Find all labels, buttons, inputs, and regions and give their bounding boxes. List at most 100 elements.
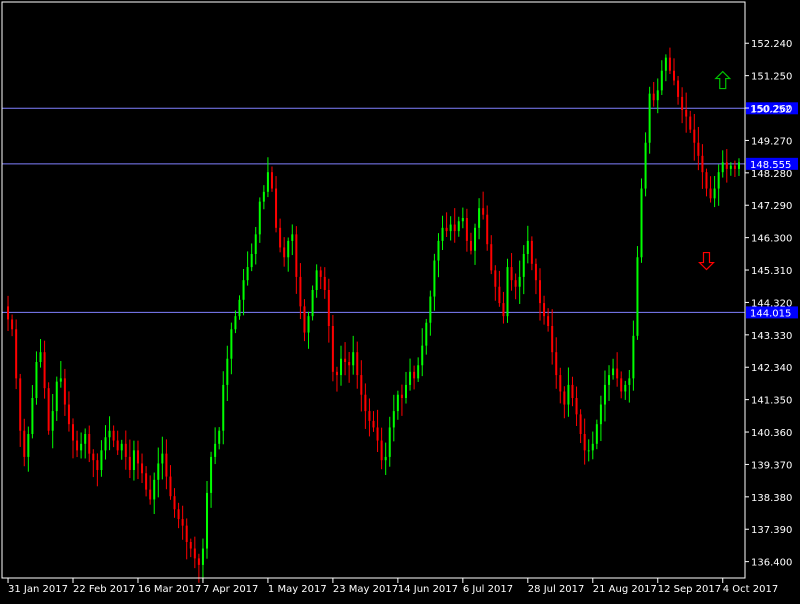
candle-body <box>668 57 671 71</box>
candle-body <box>108 430 111 438</box>
candle-body <box>388 427 391 457</box>
candle-body <box>465 218 468 241</box>
y-tick-label: 142.340 <box>751 363 792 374</box>
candlestick-chart: 150.252 148.555 144.015 152.240 151.250 150.… <box>0 0 800 600</box>
candle-body <box>624 384 627 392</box>
candle-body <box>47 388 50 431</box>
candle-body <box>262 191 265 202</box>
candle-body <box>413 371 416 379</box>
candle-body <box>238 299 241 317</box>
x-tick-label: 4 Oct 2017 <box>723 584 778 595</box>
candle-body <box>331 326 334 372</box>
candle-body <box>693 129 696 143</box>
candle-body <box>319 270 322 277</box>
candle-body <box>518 276 521 287</box>
y-tick-label: 136.400 <box>751 558 792 569</box>
candle-body <box>311 290 314 317</box>
candle-body <box>559 375 562 392</box>
candle-body <box>201 548 204 565</box>
candle-body <box>599 404 602 425</box>
candle-body <box>656 90 659 101</box>
candle-body <box>246 267 249 281</box>
x-tick-label: 14 Jun 2017 <box>398 584 458 595</box>
candle-body <box>344 358 347 362</box>
candle-body <box>453 224 456 232</box>
x-tick-label: 21 Aug 2017 <box>593 584 657 595</box>
candle-body <box>612 368 615 376</box>
candle-body <box>303 306 306 333</box>
y-tick-label: 138.380 <box>751 493 792 504</box>
candle-body <box>356 352 359 376</box>
candle-body <box>571 384 574 398</box>
candle-body <box>214 443 217 457</box>
candle-body <box>136 450 139 464</box>
candle-body <box>96 460 99 470</box>
candle-body <box>230 329 233 359</box>
candle-body <box>376 427 379 441</box>
candle-body <box>275 188 278 228</box>
candle-body <box>530 240 533 264</box>
candle-body <box>384 456 387 461</box>
candle-body <box>340 358 343 376</box>
candle-body <box>392 411 395 428</box>
y-tick-label: 145.310 <box>751 266 792 277</box>
candle-body <box>595 424 598 444</box>
y-tick-label: 140.360 <box>751 428 792 439</box>
level-price-label: 144.015 <box>750 308 791 319</box>
candle-body <box>295 234 298 277</box>
candle-body <box>400 394 403 398</box>
candle-body <box>141 463 144 474</box>
candle-body <box>181 519 184 526</box>
candle-body <box>59 378 62 382</box>
candle-body <box>725 162 728 169</box>
candle-body <box>348 362 351 366</box>
candle-body <box>287 240 290 258</box>
candle-body <box>222 384 225 431</box>
y-tick-label: 146.300 <box>751 234 792 245</box>
candle-body <box>76 440 79 451</box>
candle-body <box>701 155 704 173</box>
candle-body <box>323 276 326 290</box>
x-tick-label: 12 Sep 2017 <box>658 584 721 595</box>
candle-body <box>31 398 34 434</box>
candle-body <box>441 227 444 241</box>
y-tick-label: 147.290 <box>751 201 792 212</box>
candle-body <box>534 263 537 281</box>
candle-body <box>11 319 14 330</box>
candle-body <box>380 440 383 461</box>
candle-body <box>372 420 375 428</box>
candle-body <box>506 267 509 317</box>
candle-body <box>457 221 460 232</box>
candle-body <box>165 453 168 477</box>
candle-body <box>628 378 631 385</box>
candle-body <box>197 558 200 565</box>
candle-body <box>360 375 363 395</box>
candle-body <box>429 296 432 323</box>
candle-body <box>116 440 119 451</box>
candle-body <box>417 365 420 379</box>
candle-body <box>490 244 493 271</box>
candle-body <box>510 267 513 281</box>
candle-body <box>705 172 708 189</box>
candle-body <box>644 142 647 189</box>
candle-body <box>461 218 464 222</box>
candle-body <box>364 394 367 412</box>
candle-body <box>478 208 481 228</box>
candle-body <box>616 368 619 379</box>
y-tick-label: 149.270 <box>751 136 792 147</box>
candle-body <box>583 434 586 451</box>
candle-body <box>23 430 26 457</box>
candle-body <box>547 316 550 326</box>
candle-body <box>132 450 135 470</box>
candle-body <box>307 316 310 333</box>
candle-body <box>433 260 436 297</box>
candle-body <box>603 384 606 405</box>
candle-body <box>608 375 611 385</box>
candle-body <box>51 411 54 431</box>
candle-body <box>84 434 87 444</box>
candle-body <box>210 456 213 493</box>
candle-body <box>425 322 428 346</box>
candle-body <box>88 434 91 454</box>
candle-body <box>449 224 452 232</box>
candle-body <box>636 257 639 336</box>
